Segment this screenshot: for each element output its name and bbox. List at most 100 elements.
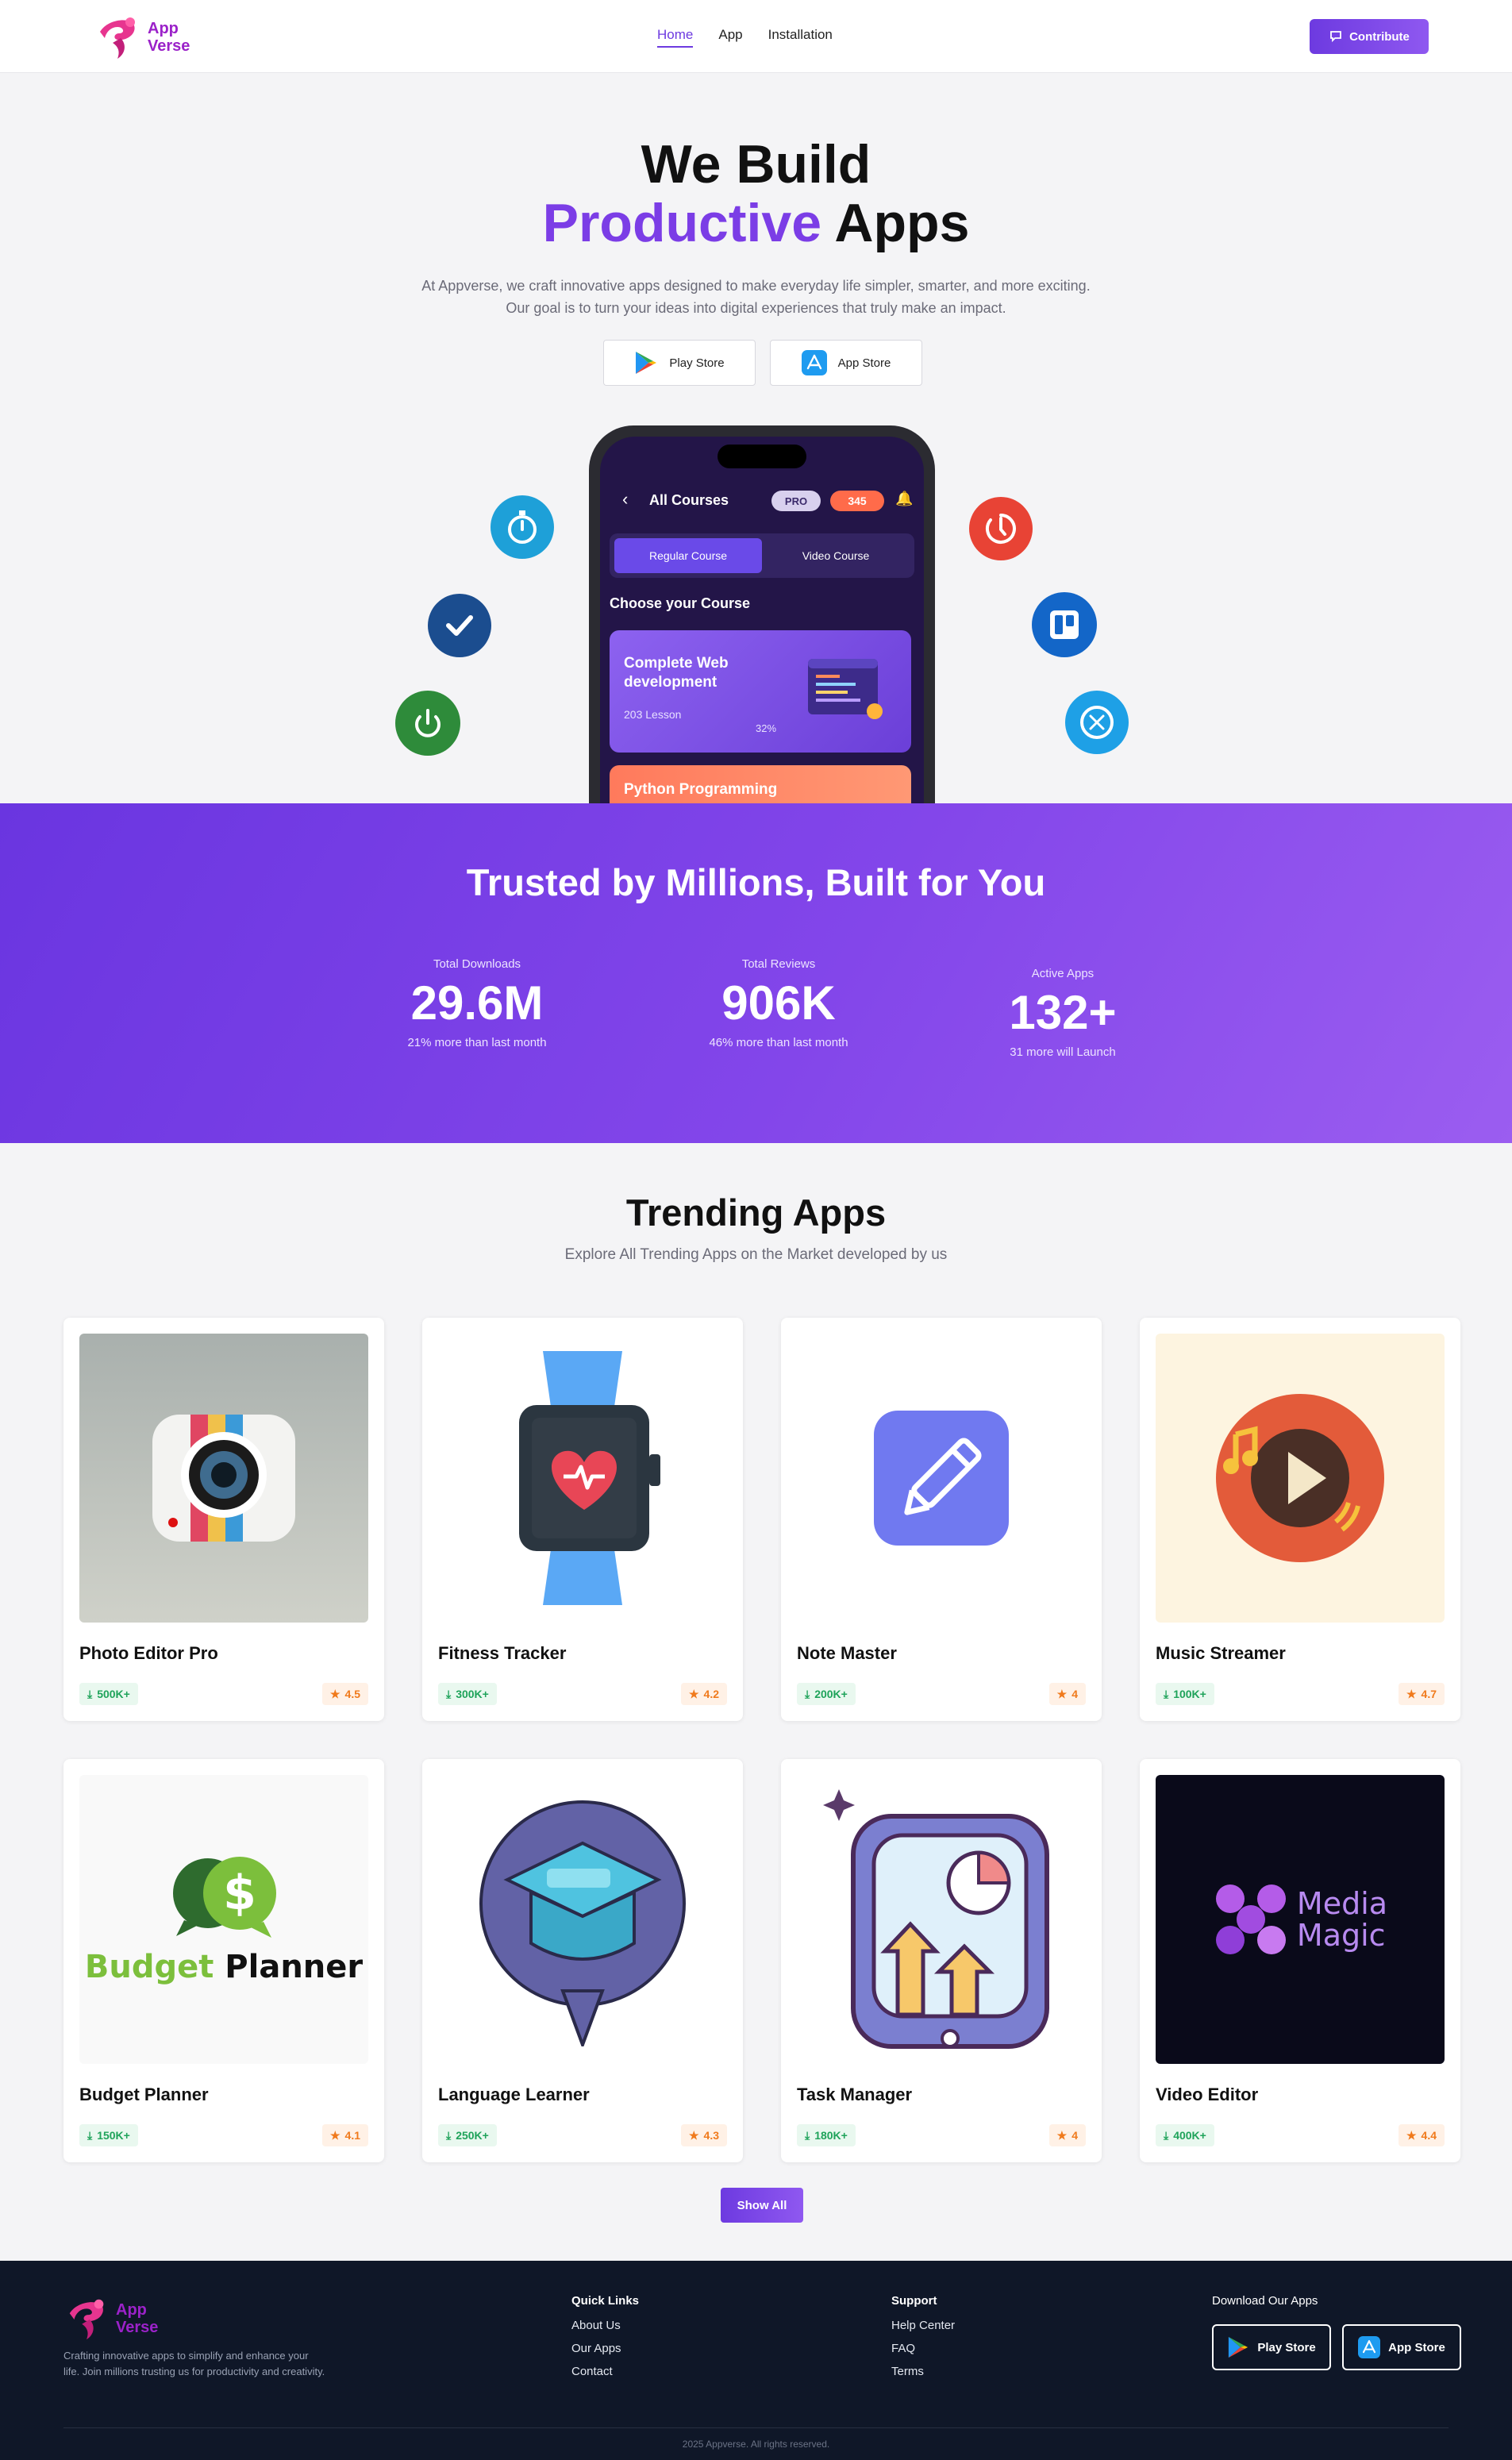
google-play-icon — [636, 352, 657, 374]
play-store-button[interactable]: Play Store — [603, 340, 756, 386]
app-card-fitness-tracker[interactable]: Fitness Tracker ⤓ 300K+ ★ 4.2 — [422, 1318, 743, 1721]
download-icon: ⤓ — [446, 1687, 452, 1700]
star-icon: ★ — [688, 1687, 699, 1700]
footer-app-store-button[interactable]: App Store — [1342, 2324, 1461, 2370]
rating-badge: ★ 4.4 — [1398, 2124, 1445, 2146]
star-icon: ★ — [688, 2128, 699, 2142]
app-image: $ Budget Planner — [79, 1775, 368, 2064]
footer-description: Crafting innovative apps to simplify and… — [63, 2350, 325, 2377]
logo-line2: Verse — [148, 37, 190, 55]
stat-label: Active Apps — [1031, 967, 1095, 980]
pro-badge: PRO — [771, 491, 821, 511]
course-card-title: Python Programming — [624, 781, 778, 798]
stat-reviews: Total Reviews 906K 46% more than last mo… — [675, 957, 882, 1049]
nav-link-home[interactable]: Home — [657, 27, 694, 48]
download-icon: ⤓ — [805, 1687, 810, 1700]
downloads-badge: ⤓ 180K+ — [797, 2124, 856, 2146]
stat-downloads: Total Downloads 29.6M 21% more than last… — [374, 957, 580, 1049]
footer-divider — [63, 2427, 1449, 2428]
play-store-label: Play Store — [669, 356, 725, 370]
app-image — [438, 1334, 727, 1623]
download-icon: ⤓ — [1164, 2128, 1169, 2142]
contribute-button[interactable]: Contribute — [1310, 19, 1429, 54]
download-icon: ⤓ — [446, 2128, 452, 2142]
svg-text:$: $ — [223, 1865, 256, 1921]
app-store-icon — [1358, 2336, 1381, 2358]
course-card-python[interactable]: Python Programming — [610, 765, 911, 803]
download-icon: ⤓ — [805, 2128, 810, 2142]
app-name: Language Learner — [438, 2085, 590, 2104]
app-card-language-learner[interactable]: Language Learner ⤓ 250K+ ★ 4.3 — [422, 1759, 743, 2162]
download-icon: ⤓ — [87, 2128, 93, 2142]
app-name: Music Streamer — [1156, 1643, 1286, 1663]
show-all-button[interactable]: Show All — [721, 2188, 803, 2223]
app-store-button[interactable]: App Store — [770, 340, 922, 386]
downloads-count: 180K+ — [814, 2129, 848, 2142]
app-card-video-editor[interactable]: Media Magic Video Editor ⤓ 400K+ ★ 4.4 — [1140, 1759, 1460, 2162]
footer-link-about[interactable]: About Us — [571, 2319, 639, 2332]
footer-link-terms[interactable]: Terms — [891, 2365, 955, 2378]
stat-value: 132+ — [1009, 986, 1117, 1039]
smartwatch-icon — [519, 1351, 660, 1605]
footer-link-help[interactable]: Help Center — [891, 2319, 955, 2332]
footer-logo[interactable]: App Verse — [63, 2296, 158, 2342]
rating-value: 4.1 — [344, 2129, 360, 2142]
top-navbar: App Verse Home App Installation Contribu… — [0, 0, 1512, 73]
downloads-badge: ⤓ 250K+ — [438, 2124, 497, 2146]
nav-link-app[interactable]: App — [718, 27, 742, 48]
power-icon — [395, 691, 460, 756]
footer-link-contact[interactable]: Contact — [571, 2365, 639, 2378]
downloads-badge: ⤓ 400K+ — [1156, 2124, 1214, 2146]
rating-value: 4 — [1071, 2129, 1078, 2142]
hero-title-line1: We Build — [641, 134, 871, 194]
stat-sub: 46% more than last month — [709, 1036, 848, 1049]
code-window-icon — [808, 659, 883, 719]
stat-label: Total Reviews — [741, 957, 816, 971]
tablet-growth-icon — [823, 1789, 1049, 2049]
copyright: 2025 Appverse. All rights reserved. — [682, 2439, 830, 2450]
star-icon: ★ — [329, 2128, 340, 2142]
app-card-photo-editor[interactable]: Photo Editor Pro ⤓ 500K+ ★ 4.5 — [63, 1318, 384, 1721]
app-store-label: App Store — [837, 356, 891, 370]
stopwatch-icon — [491, 495, 554, 559]
tab-video-course[interactable]: Video Course — [762, 538, 910, 573]
app-card-task-manager[interactable]: Task Manager ⤓ 180K+ ★ 4 — [781, 1759, 1102, 2162]
footer-play-store-button[interactable]: Play Store — [1212, 2324, 1331, 2370]
stat-value: 29.6M — [410, 976, 544, 1030]
stat-sub: 31 more will Launch — [1010, 1045, 1116, 1059]
media-magic-text: Media Magic — [1297, 1888, 1387, 1951]
hero-title-accent: Productive — [542, 193, 822, 253]
media-magic-logo-icon — [1215, 1884, 1286, 1954]
rating-badge: ★ 4 — [1048, 2124, 1086, 2146]
tab-regular-course[interactable]: Regular Course — [614, 538, 762, 573]
app-image — [797, 1775, 1086, 2064]
footer-link-apps[interactable]: Our Apps — [571, 2342, 639, 2355]
logo-line2: Verse — [116, 2319, 159, 2336]
course-card-title: Complete Web development — [624, 655, 729, 691]
app-name: Note Master — [797, 1643, 897, 1663]
stats-title: Trusted by Millions, Built for You — [466, 861, 1046, 903]
trending-subtitle: Explore All Trending Apps on the Market … — [564, 1246, 948, 1263]
stats-section: Trusted by Millions, Built for You Total… — [0, 803, 1512, 1143]
app-card-note-master[interactable]: Note Master ⤓ 200K+ ★ 4 — [781, 1318, 1102, 1721]
clock-icon — [969, 497, 1033, 560]
app-card-music-streamer[interactable]: Music Streamer ⤓ 100K+ ★ 4.7 — [1140, 1318, 1460, 1721]
course-card-progress: 32% — [756, 722, 777, 734]
hero-title: We Build Productive Apps — [0, 135, 1512, 252]
course-card-web[interactable]: Complete Web development 203 Lesson 32% — [610, 630, 911, 753]
app-name: Video Editor — [1156, 2085, 1259, 2104]
brand-logo[interactable]: App Verse — [94, 14, 190, 60]
footer-col-heading: Download Our Apps — [1212, 2294, 1318, 2308]
downloads-count: 300K+ — [456, 1688, 489, 1700]
trello-icon — [1032, 592, 1097, 657]
downloads-badge: ⤓ 150K+ — [79, 2124, 138, 2146]
media-logo-line1: Media — [1296, 1886, 1388, 1921]
app-name: Task Manager — [797, 2085, 913, 2104]
phone-notch — [718, 445, 806, 468]
app-card-budget-planner[interactable]: $ Budget Planner Budget Planner ⤓ 150K+ ★… — [63, 1759, 384, 2162]
footer-link-faq[interactable]: FAQ — [891, 2342, 955, 2355]
budget-logo-word1: Budget — [84, 1949, 214, 1985]
app-name: Fitness Tracker — [438, 1643, 567, 1663]
nav-link-installation[interactable]: Installation — [768, 27, 833, 48]
coin-count-badge: 345 — [830, 491, 884, 511]
